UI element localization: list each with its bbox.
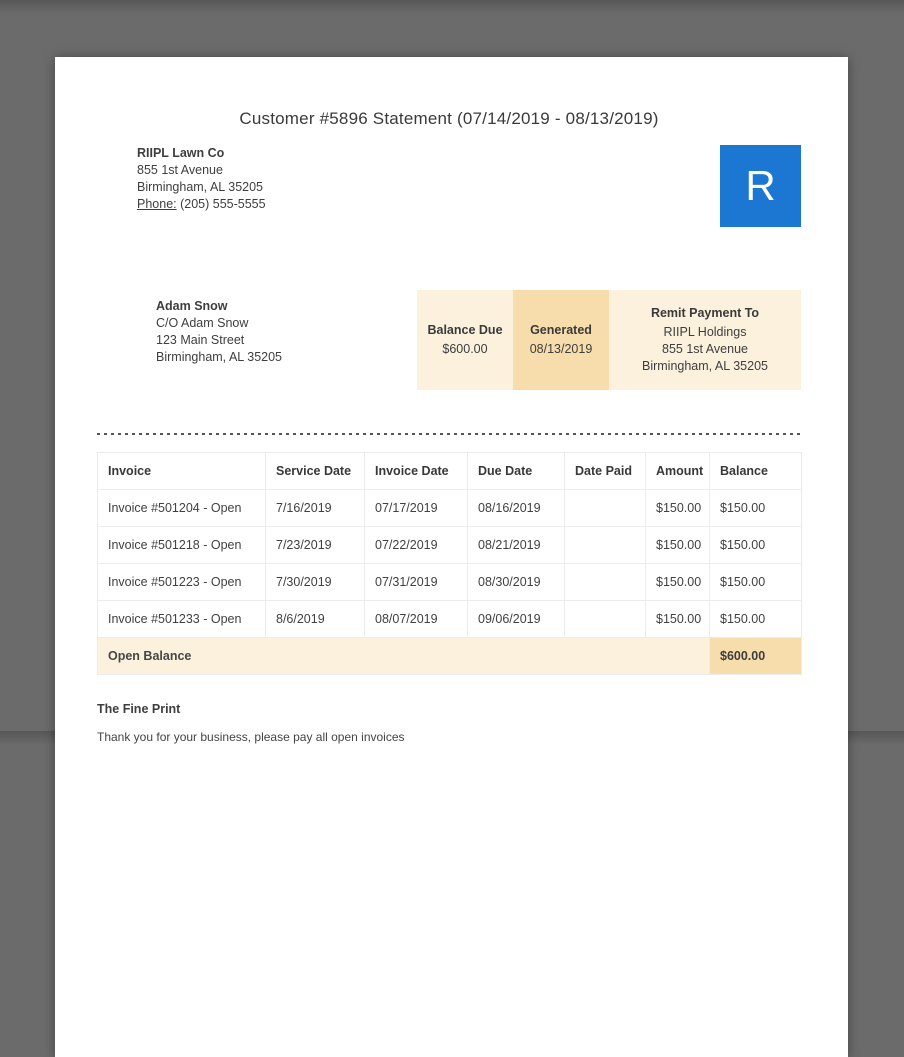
- column-header-invoice: Invoice: [97, 452, 266, 490]
- cell-amount: $150.00: [645, 600, 710, 638]
- phone-label: Phone:: [137, 197, 177, 211]
- column-header-invoice-date: Invoice Date: [364, 452, 468, 490]
- fine-print-section: The Fine Print Thank you for your busine…: [97, 702, 801, 744]
- cell-amount: $150.00: [645, 563, 710, 601]
- invoice-table: Invoice Service Date Invoice Date Due Da…: [97, 452, 802, 675]
- billing-section: Adam Snow C/O Adam Snow 123 Main Street …: [97, 290, 801, 390]
- column-header-amount: Amount: [645, 452, 710, 490]
- header-section: RIIPL Lawn Co 855 1st Avenue Birmingham,…: [97, 145, 801, 227]
- table-row: Invoice #501233 - Open 8/6/2019 08/07/20…: [97, 600, 802, 638]
- table-header-row: Invoice Service Date Invoice Date Due Da…: [97, 452, 802, 490]
- cell-balance: $150.00: [709, 563, 802, 601]
- company-phone: Phone: (205) 555-5555: [137, 196, 266, 213]
- cell-invoice: Invoice #501223 - Open: [97, 563, 266, 601]
- cell-balance: $150.00: [709, 600, 802, 638]
- company-address-line2: Birmingham, AL 35205: [137, 180, 264, 194]
- column-header-service-date: Service Date: [265, 452, 365, 490]
- column-header-balance: Balance: [709, 452, 802, 490]
- remit-label: Remit Payment To: [650, 306, 760, 320]
- dotted-divider: [97, 433, 801, 435]
- column-header-date-paid: Date Paid: [564, 452, 646, 490]
- customer-line3: Birmingham, AL 35205: [156, 350, 283, 364]
- cell-balance: $150.00: [709, 489, 802, 527]
- customer-line1: C/O Adam Snow: [156, 316, 249, 330]
- company-logo: R: [720, 145, 801, 227]
- cell-invoice-date: 07/31/2019: [364, 563, 468, 601]
- fine-print-body: Thank you for your business, please pay …: [97, 730, 405, 744]
- logo-letter: R: [745, 162, 776, 209]
- cell-amount: $150.00: [645, 526, 710, 564]
- table-row: Invoice #501218 - Open 7/23/2019 07/22/2…: [97, 526, 802, 564]
- statement-page: Customer #5896 Statement (07/14/2019 - 0…: [55, 57, 848, 1057]
- remit-line1: RIIPL Holdings: [663, 325, 747, 339]
- company-name: RIIPL Lawn Co: [137, 146, 225, 160]
- page-title: Customer #5896 Statement (07/14/2019 - 0…: [239, 109, 659, 128]
- cell-invoice-date: 07/22/2019: [364, 526, 468, 564]
- customer-name: Adam Snow: [156, 299, 228, 313]
- customer-line2: 123 Main Street: [156, 333, 245, 347]
- generated-cell: Generated 08/13/2019: [513, 290, 609, 390]
- cell-balance: $150.00: [709, 526, 802, 564]
- remit-line3: Birmingham, AL 35205: [641, 359, 768, 373]
- customer-address-block: Adam Snow C/O Adam Snow 123 Main Street …: [156, 298, 282, 366]
- balance-due-value: $600.00: [442, 342, 488, 356]
- remit-line2: 855 1st Avenue: [662, 342, 748, 356]
- cell-due-date: 08/21/2019: [467, 526, 565, 564]
- cell-due-date: 08/16/2019: [467, 489, 565, 527]
- cell-due-date: 08/30/2019: [467, 563, 565, 601]
- table-row: Invoice #501223 - Open 7/30/2019 07/31/2…: [97, 563, 802, 601]
- cell-date-paid: [564, 489, 646, 527]
- cell-date-paid: [564, 526, 646, 564]
- cell-date-paid: [564, 563, 646, 601]
- cell-due-date: 09/06/2019: [467, 600, 565, 638]
- cell-amount: $150.00: [645, 489, 710, 527]
- payment-summary-box: Balance Due $600.00 Generated 08/13/2019…: [417, 290, 801, 390]
- table-row: Invoice #501204 - Open 7/16/2019 07/17/2…: [97, 489, 802, 527]
- company-address-block: RIIPL Lawn Co 855 1st Avenue Birmingham,…: [137, 145, 266, 213]
- cell-service-date: 7/16/2019: [265, 489, 365, 527]
- phone-value: (205) 555-5555: [180, 197, 266, 211]
- cell-invoice: Invoice #501233 - Open: [97, 600, 266, 638]
- fine-print-heading: The Fine Print: [97, 702, 181, 716]
- cell-service-date: 8/6/2019: [265, 600, 365, 638]
- generated-label: Generated: [530, 323, 592, 337]
- balance-due-label: Balance Due: [427, 323, 503, 337]
- cell-invoice-date: 08/07/2019: [364, 600, 468, 638]
- open-balance-row: Open Balance $600.00: [97, 637, 802, 675]
- cell-invoice-date: 07/17/2019: [364, 489, 468, 527]
- company-address-line1: 855 1st Avenue: [137, 163, 223, 177]
- cell-service-date: 7/30/2019: [265, 563, 365, 601]
- remit-payment-cell: Remit Payment To RIIPL Holdings 855 1st …: [609, 290, 801, 390]
- open-balance-label: Open Balance: [97, 637, 710, 675]
- cell-service-date: 7/23/2019: [265, 526, 365, 564]
- generated-value: 08/13/2019: [529, 342, 593, 356]
- balance-due-cell: Balance Due $600.00: [417, 290, 513, 390]
- cell-invoice: Invoice #501204 - Open: [97, 489, 266, 527]
- open-balance-value: $600.00: [709, 637, 802, 675]
- column-header-due-date: Due Date: [467, 452, 565, 490]
- cell-date-paid: [564, 600, 646, 638]
- cell-invoice: Invoice #501218 - Open: [97, 526, 266, 564]
